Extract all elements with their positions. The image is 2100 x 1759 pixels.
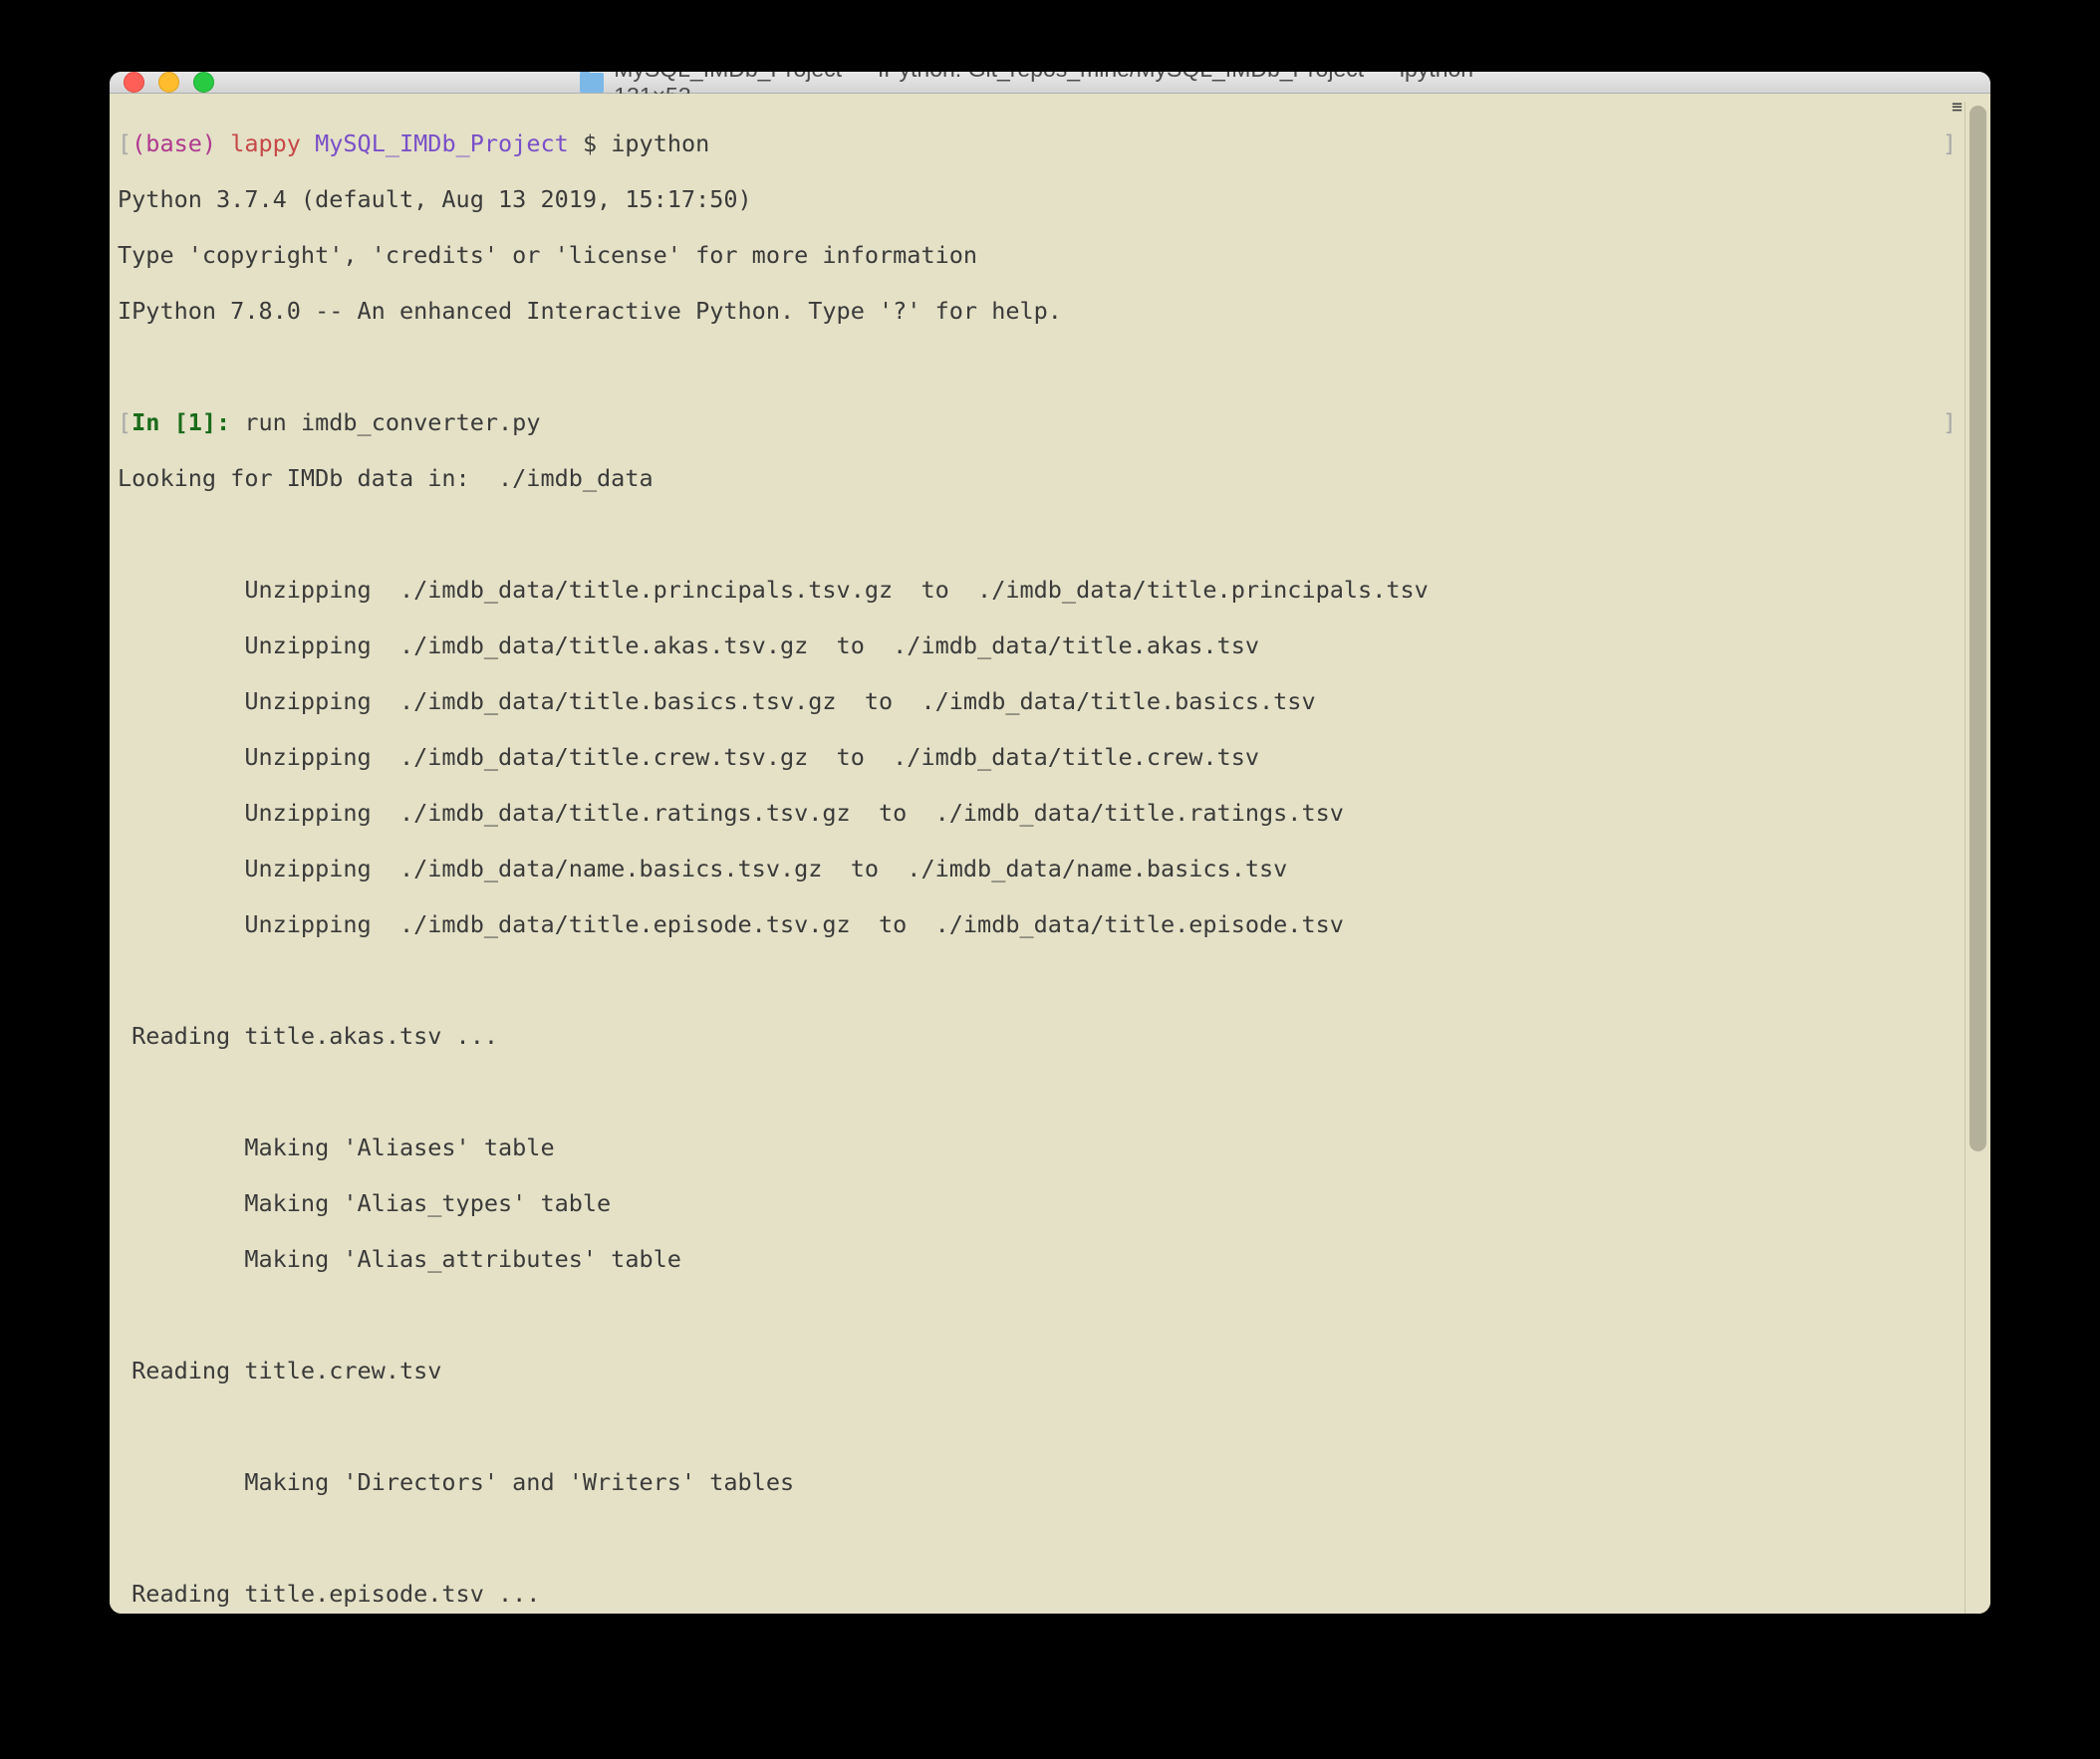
maximize-button[interactable] (193, 72, 214, 93)
output-unzip: Unzipping ./imdb_data/title.akas.tsv.gz … (118, 631, 1965, 659)
blank-line (118, 1412, 1965, 1440)
output-unzip: Unzipping ./imdb_data/name.basics.tsv.gz… (118, 855, 1965, 882)
prompt-line: [(base) lappy MySQL_IMDb_Project $ ipyth… (118, 129, 1965, 157)
output-making: Making 'Directors' and 'Writers' tables (118, 1468, 1965, 1496)
terminal-window: MySQL_IMDb_Project — IPython: Git_repos_… (110, 72, 1990, 1614)
output-unzip: Unzipping ./imdb_data/title.crew.tsv.gz … (118, 743, 1965, 771)
blank-line (118, 1524, 1965, 1552)
terminal-content[interactable]: [(base) lappy MySQL_IMDb_Project $ ipyth… (118, 102, 1965, 1614)
cwd: MySQL_IMDb_Project (315, 129, 569, 157)
username: lappy (230, 129, 301, 157)
minimize-button[interactable] (158, 72, 179, 93)
prompt-dollar: $ (583, 129, 597, 157)
output-unzip: Unzipping ./imdb_data/title.episode.tsv.… (118, 910, 1965, 938)
bracket-open: [ (118, 129, 131, 157)
in1-label: In [1]: (131, 408, 230, 436)
titlebar[interactable]: MySQL_IMDb_Project — IPython: Git_repos_… (110, 72, 1990, 94)
terminal-body[interactable]: [(base) lappy MySQL_IMDb_Project $ ipyth… (110, 94, 1990, 1614)
output-reading: Reading title.akas.tsv ... (118, 1022, 1965, 1050)
blank-line (118, 966, 1965, 994)
bracket-close: ] (1943, 129, 1957, 157)
scroll-indicator-icon: ≡ (1952, 94, 1963, 122)
command-text: ipython (611, 129, 709, 157)
output-unzip: Unzipping ./imdb_data/title.ratings.tsv.… (118, 799, 1965, 827)
conda-env: (base) (131, 129, 216, 157)
blank-line (118, 520, 1965, 548)
scrollbar-thumb[interactable] (1969, 106, 1986, 1151)
output-unzip: Unzipping ./imdb_data/title.basics.tsv.g… (118, 687, 1965, 715)
in1-command: run imdb_converter.py (244, 408, 540, 436)
output-looking: Looking for IMDb data in: ./imdb_data (118, 464, 1965, 492)
blank-line (118, 1078, 1965, 1106)
ipython-info: IPython 7.8.0 -- An enhanced Interactive… (118, 297, 1965, 325)
output-reading: Reading title.episode.tsv ... (118, 1580, 1965, 1608)
in1-bracket-close: ] (1943, 408, 1957, 436)
output-reading: Reading title.crew.tsv (118, 1357, 1965, 1384)
traffic-lights (124, 72, 214, 93)
python-version: Python 3.7.4 (default, Aug 13 2019, 15:1… (118, 185, 1965, 213)
scrollbar-track[interactable] (1965, 102, 1990, 1614)
blank-line (118, 353, 1965, 380)
output-making: Making 'Aliases' table (118, 1133, 1965, 1161)
output-unzip: Unzipping ./imdb_data/title.principals.t… (118, 576, 1965, 604)
blank-line (118, 1301, 1965, 1329)
close-button[interactable] (124, 72, 144, 93)
in-1-line: [In [1]: run imdb_converter.py] (118, 408, 1965, 436)
output-making: Making 'Alias_attributes' table (118, 1245, 1965, 1273)
output-making: Making 'Alias_types' table (118, 1189, 1965, 1217)
in1-bracket: [ (118, 408, 131, 436)
python-info: Type 'copyright', 'credits' or 'license'… (118, 241, 1965, 269)
folder-icon (580, 73, 604, 93)
